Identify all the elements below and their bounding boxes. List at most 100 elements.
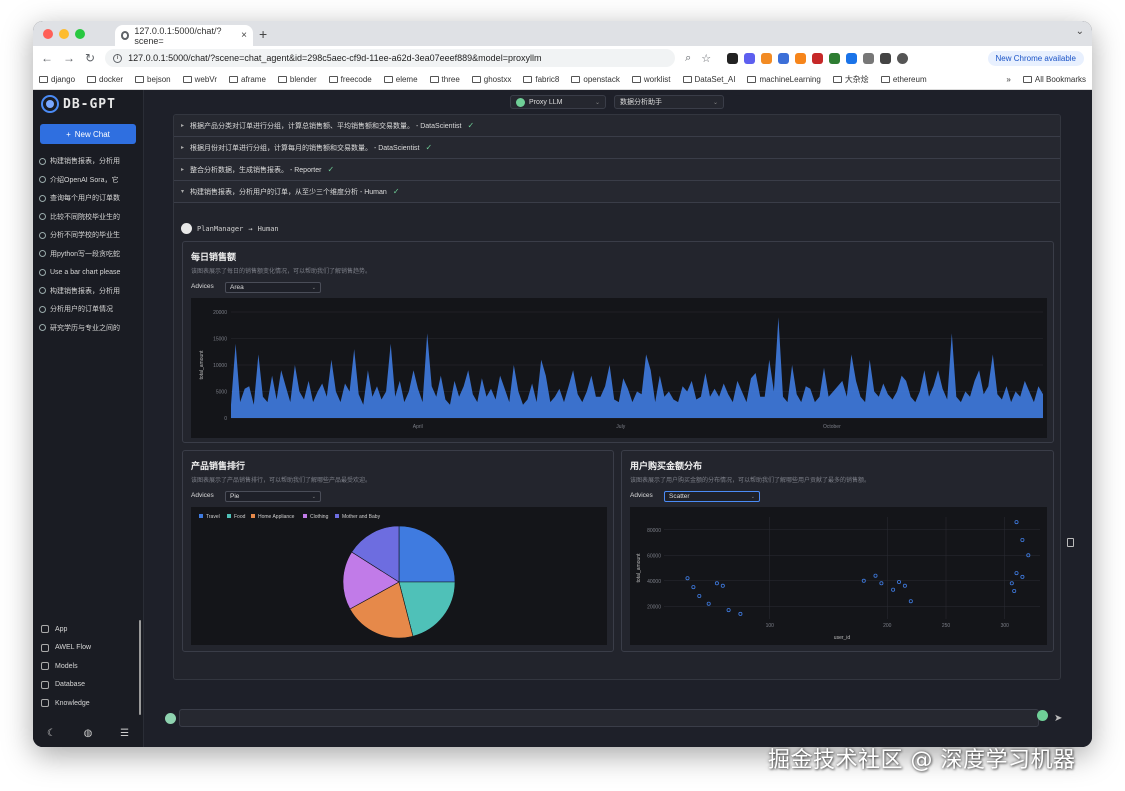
conversation-label: 构建销售报表，分析用 — [50, 287, 120, 295]
conversation-item[interactable]: 构建销售报表，分析用 — [33, 282, 143, 301]
advices-label: Advices — [191, 283, 214, 290]
language-icon[interactable]: ◍ — [84, 728, 93, 739]
chat-input[interactable] — [179, 709, 1039, 727]
area-chart-svg: 0 5000 10000 15000 20000 April July October tota… — [199, 310, 1044, 430]
x-tick-label: 200 — [883, 623, 892, 629]
bookmark-folder[interactable]: django — [39, 75, 75, 84]
bookmark-folder[interactable]: 大杂烩 — [832, 74, 869, 85]
chart-type-select[interactable]: Scatter ⌄ — [664, 491, 760, 502]
bookmark-folder[interactable]: webVr — [182, 75, 217, 84]
conversation-item[interactable]: 分析不同学校的毕业生 — [33, 226, 143, 245]
extension-icon[interactable] — [795, 52, 807, 64]
conversation-item[interactable]: 介绍OpenAI Sora，它 — [33, 171, 143, 190]
new-chat-button[interactable]: + New Chat — [40, 124, 136, 144]
bookmark-star-icon[interactable]: ☆ — [701, 52, 711, 65]
extension-icon[interactable] — [778, 52, 790, 64]
conversation-item[interactable]: Use a bar chart please — [33, 263, 143, 282]
zoom-icon[interactable]: ⌕ — [685, 52, 691, 65]
scatter-point — [908, 599, 913, 604]
chrome-update-button[interactable]: New Chrome available — [987, 50, 1084, 66]
bookmark-folder[interactable]: openstack — [571, 75, 620, 84]
legend-label: Clothing — [310, 514, 329, 520]
chevron-down-icon: ⌄ — [311, 493, 316, 500]
y-tick-label: 60000 — [647, 553, 661, 559]
conversation-item[interactable]: 用python写一段贪吃蛇 — [33, 245, 143, 264]
url-input[interactable]: i 127.0.0.1:5000/chat/?scene=chat_agent&… — [105, 49, 676, 67]
back-icon[interactable]: ← — [41, 51, 53, 65]
plan-step[interactable]: ▸ 根据月份对订单进行分组，计算每月的销售额和交易数量。 - DataScient… — [174, 137, 1060, 159]
bookmark-folder[interactable]: three — [429, 75, 460, 84]
assistant-icon[interactable] — [1037, 710, 1048, 721]
check-icon: ✓ — [425, 143, 433, 152]
plan-step[interactable]: ▸ 根据产品分类对订单进行分组，计算总销售额、平均销售额和交易数量。 - Data… — [174, 115, 1060, 137]
close-window-button[interactable] — [43, 29, 53, 39]
bookmark-folder[interactable]: DataSet_AI — [682, 75, 735, 84]
bookmarks-overflow-button[interactable]: » — [1006, 75, 1010, 84]
extension-icon[interactable] — [744, 52, 756, 64]
bookmark-folder[interactable]: eleme — [383, 75, 418, 84]
sidebar-scrollbar[interactable] — [139, 620, 141, 715]
sidebar-item-knowledge[interactable]: Knowledge — [33, 694, 143, 713]
model-select[interactable]: Proxy LLM ⌄ — [510, 95, 606, 109]
browser-tab[interactable]: 127.0.0.1:5000/chat/?scene= × — [115, 25, 253, 46]
extension-icon[interactable] — [846, 52, 858, 64]
plan-step-expanded[interactable]: ▾ 构建销售报表，分析用户的订单，从至少三个维度分析 - Human ✓ — [174, 181, 1060, 203]
chart-type-select[interactable]: Area ⌄ — [225, 282, 321, 293]
minimize-window-button[interactable] — [59, 29, 69, 39]
bookmark-folder[interactable]: bejson — [135, 75, 171, 84]
bookmark-folder[interactable]: fabric8 — [523, 75, 559, 84]
sidebar-item-app[interactable]: App — [33, 620, 143, 639]
bookmark-folder[interactable]: ghostxx — [471, 75, 511, 84]
theme-toggle-icon[interactable]: ☾ — [47, 728, 56, 739]
sidebar-item-awel-flow[interactable]: AWEL Flow — [33, 639, 143, 658]
puzzle-icon[interactable] — [863, 52, 875, 64]
conversation-item[interactable]: 分析用户的订单情况 — [33, 300, 143, 319]
plan-step[interactable]: ▸ 整合分析数据，生成销售报表。 - Reporter ✓ — [174, 159, 1060, 181]
bookmark-folder[interactable]: ethereum — [880, 75, 927, 84]
folder-icon — [571, 76, 581, 83]
all-bookmarks-button[interactable]: All Bookmarks — [1022, 75, 1086, 84]
extension-icon[interactable] — [829, 52, 841, 64]
tab-search-icon[interactable]: ⌄ — [1076, 26, 1084, 37]
profile-avatar[interactable] — [897, 52, 909, 64]
chart-type-select[interactable]: Pie ⌄ — [225, 491, 321, 502]
maximize-window-button[interactable] — [75, 29, 85, 39]
x-tick-label: April — [413, 424, 423, 430]
document-icon[interactable] — [1067, 538, 1074, 547]
extension-icon[interactable] — [761, 52, 773, 64]
daily-sales-card: 每日销售额 该图表展示了每日的销售额变化情况，可以帮助我们了解销售趋势。 Adv… — [182, 241, 1054, 443]
new-tab-button[interactable]: + — [259, 26, 267, 42]
bookmark-folder[interactable]: machineLearning — [747, 75, 821, 84]
agent-select[interactable]: 数据分析助手 ⌄ — [614, 95, 724, 109]
site-info-icon[interactable]: i — [113, 53, 123, 63]
extension-icon[interactable] — [727, 52, 739, 64]
pie-chart-svg: Travel Food Home Appliance Clothing Mother a… — [199, 514, 456, 639]
scatter-point — [691, 585, 696, 590]
conversation-item[interactable]: 研究学历与专业之间的 — [33, 319, 143, 338]
conversation-item[interactable]: 比较不同院校毕业生的 — [33, 208, 143, 227]
sidepanel-icon[interactable] — [880, 52, 892, 64]
scatter-point — [726, 608, 731, 613]
conversation-item[interactable]: 构建销售报表，分析用 — [33, 152, 143, 171]
collapse-sidebar-icon[interactable]: ☰ — [120, 728, 129, 739]
browser-window: 127.0.0.1:5000/chat/?scene= × + ⌄ ← → ↻ … — [33, 21, 1092, 747]
advices-label: Advices — [630, 492, 653, 499]
send-icon[interactable]: ➤ — [1054, 713, 1062, 724]
bookmark-folder[interactable]: worklist — [631, 75, 671, 84]
folder-icon — [229, 76, 239, 83]
check-icon: ✓ — [327, 165, 335, 174]
sidebar-item-database[interactable]: Database — [33, 676, 143, 695]
bookmark-folder[interactable]: aframe — [229, 75, 266, 84]
sidebar-item-models[interactable]: Models — [33, 657, 143, 676]
bookmark-folder[interactable]: freecode — [328, 75, 372, 84]
bookmark-folder[interactable]: blender — [277, 75, 317, 84]
sidebar: DB-GPT + New Chat 构建销售报表，分析用 介绍OpenAI Sor… — [33, 90, 144, 747]
bookmark-folder[interactable]: docker — [87, 75, 123, 84]
y-tick-label: 0 — [224, 416, 227, 422]
legend-swatch — [199, 514, 203, 518]
reload-icon[interactable]: ↻ — [85, 51, 95, 65]
tab-close-icon[interactable]: × — [241, 30, 247, 41]
conversation-item[interactable]: 查询每个用户的订单数 — [33, 189, 143, 208]
extension-icon[interactable] — [812, 52, 824, 64]
forward-icon[interactable]: → — [63, 51, 75, 65]
